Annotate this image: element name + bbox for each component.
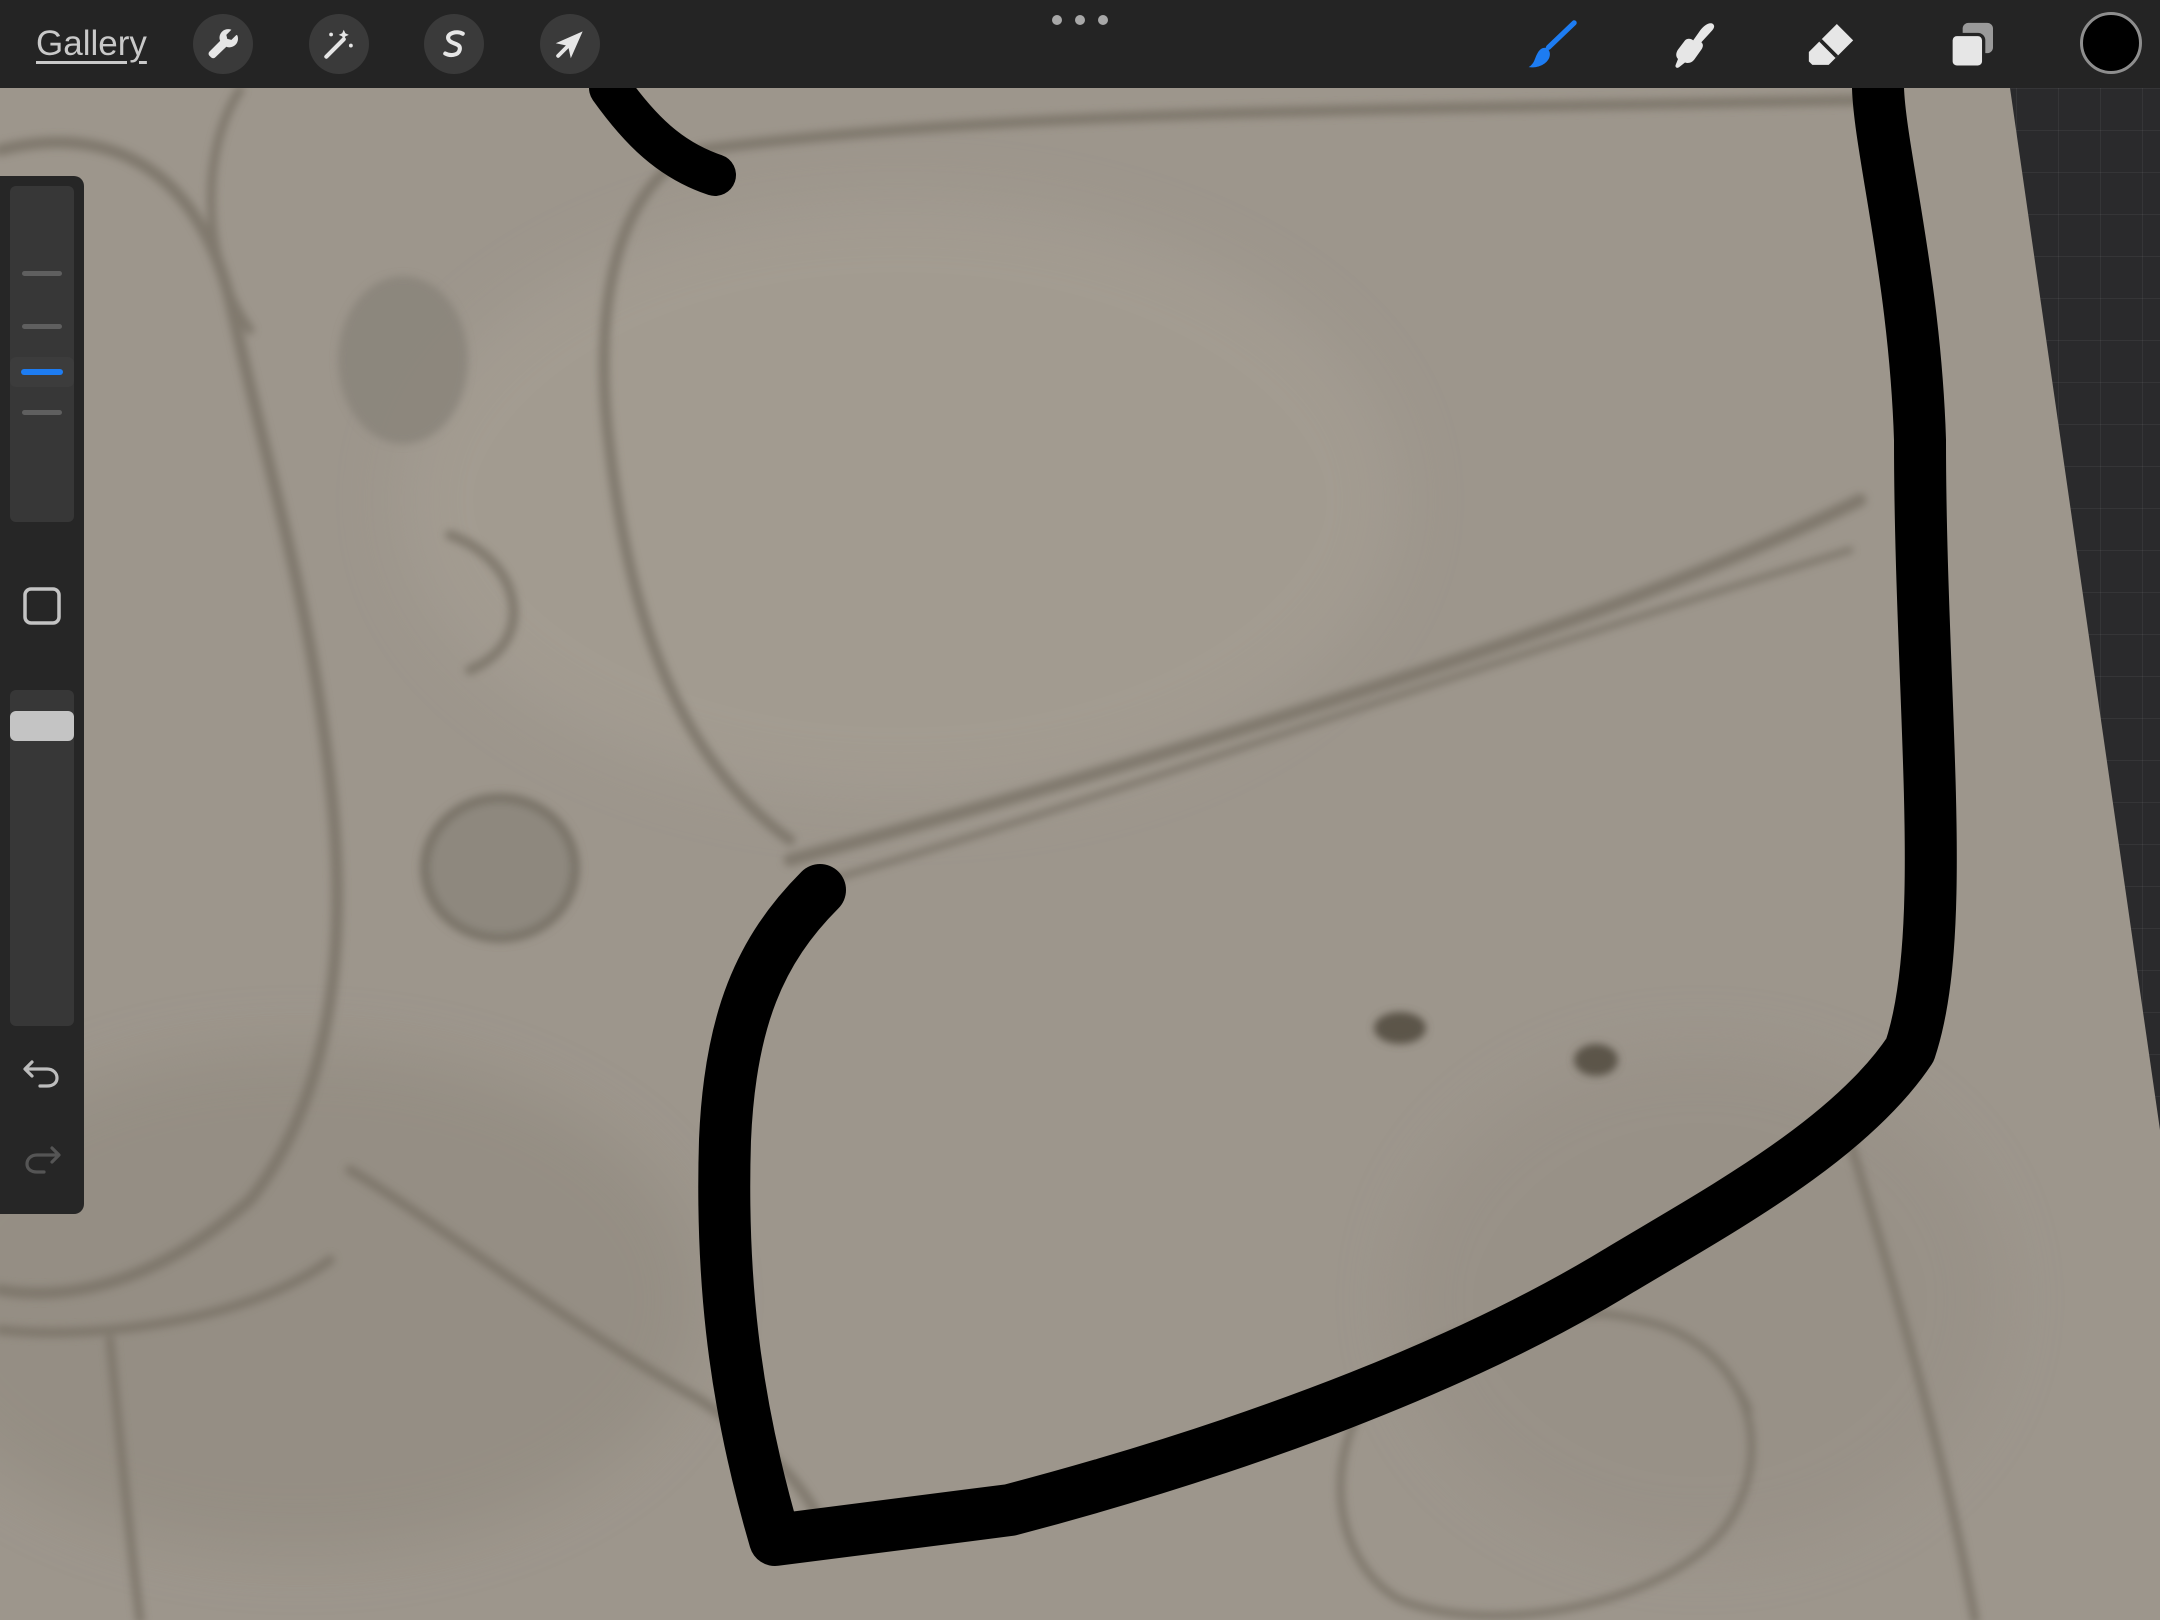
eraser-icon [1808,24,1854,65]
arrow-cursor-icon [555,31,583,59]
sidebar [0,176,84,1214]
top-toolbar: Gallery [0,0,2160,88]
smudge-tool-button[interactable] [1661,14,1723,76]
size-tick [22,271,62,276]
redo-button[interactable] [20,1136,64,1180]
color-picker-button[interactable] [2080,12,2142,74]
wrench-icon [208,29,239,59]
brush-size-slider[interactable] [10,186,74,522]
adjustments-button[interactable] [309,14,369,74]
square-icon [23,587,61,625]
smudge-finger-icon [1675,23,1715,68]
drawing-canvas[interactable] [0,88,2160,1620]
more-options-button[interactable] [1052,10,1108,30]
actions-button[interactable] [193,14,253,74]
brush-tool-button[interactable] [1521,14,1583,76]
opacity-thumb[interactable] [10,711,74,741]
opacity-slider[interactable] [10,690,74,1026]
transform-button[interactable] [540,14,600,74]
selection-button[interactable] [424,14,484,74]
size-tick [22,324,62,329]
undo-button[interactable] [20,1050,64,1094]
canvas-artwork [0,88,2160,1620]
layers-button[interactable] [1941,14,2003,76]
brush-size-thumb[interactable] [10,357,74,387]
size-tick [22,410,62,415]
selection-s-icon [443,30,465,58]
redo-arrow-icon [25,1146,61,1174]
magic-wand-icon [324,29,353,59]
layers-icon [1949,22,1993,69]
modify-button[interactable] [22,586,62,626]
undo-arrow-icon [23,1060,59,1088]
brush-icon [1528,20,1577,68]
gallery-button[interactable]: Gallery [36,20,147,68]
ellipsis-icon [1052,15,1062,25]
eraser-tool-button[interactable] [1800,14,1862,76]
